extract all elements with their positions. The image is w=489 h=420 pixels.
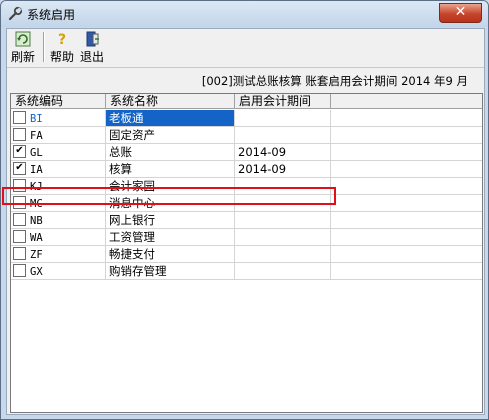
exit-button[interactable]: 退出 — [78, 30, 106, 64]
enable-period — [235, 127, 331, 144]
system-code: KJ — [30, 181, 43, 193]
enable-period — [235, 263, 331, 280]
table-row[interactable]: BI 老板通 — [11, 110, 482, 127]
system-code: MC — [30, 198, 43, 210]
title-bar[interactable]: 系统启用 ✕ — [1, 1, 488, 27]
system-name: 总账 — [106, 144, 235, 161]
enable-checkbox[interactable] — [13, 128, 26, 141]
client-area: 刷新 ? 帮助 退出 [002]测试总账核算 账套启用会计期间 2014 年9 … — [2, 28, 485, 415]
table-row[interactable]: GX 购销存管理 — [11, 263, 482, 280]
table-row[interactable]: MC 消息中心 — [11, 195, 482, 212]
system-code-cell: NB — [11, 212, 106, 229]
account-period-text: [002]测试总账核算 账套启用会计期间 2014 年9 月 — [201, 74, 468, 88]
enable-checkbox[interactable] — [13, 264, 26, 277]
system-code: FA — [30, 130, 43, 142]
filler-cell — [331, 110, 482, 127]
system-code-cell: BI — [11, 110, 106, 127]
filler-cell — [331, 263, 482, 280]
svg-text:?: ? — [58, 32, 66, 47]
enable-period: 2014-09 — [235, 161, 331, 178]
system-code: IA — [30, 164, 43, 176]
header-system-code[interactable]: 系统编码 — [11, 94, 106, 109]
filler-cell — [331, 144, 482, 161]
filler-cell — [331, 246, 482, 263]
system-code-cell: ✔ IA — [11, 161, 106, 178]
enable-period — [235, 246, 331, 263]
enable-checkbox[interactable] — [13, 213, 26, 226]
enable-period — [235, 178, 331, 195]
system-code-cell: WA — [11, 229, 106, 246]
header-enable-period[interactable]: 启用会计期间 — [235, 94, 331, 109]
toolbar-divider — [7, 67, 484, 68]
filler-cell — [331, 212, 482, 229]
system-code-cell: ✔ GL — [11, 144, 106, 161]
enable-checkbox[interactable] — [13, 111, 26, 124]
filler-cell — [331, 178, 482, 195]
window-title: 系统启用 — [27, 8, 76, 22]
system-code: GL — [30, 147, 43, 159]
toolbar: 刷新 ? 帮助 退出 — [7, 29, 484, 67]
system-name: 购销存管理 — [106, 263, 235, 280]
enable-period — [235, 110, 331, 127]
enable-period — [235, 212, 331, 229]
table-row[interactable]: ✔ IA 核算 2014-09 — [11, 161, 482, 178]
filler-cell — [331, 127, 482, 144]
enable-checkbox[interactable] — [13, 247, 26, 260]
table-row[interactable]: ZF 畅捷支付 — [11, 246, 482, 263]
header-system-name[interactable]: 系统名称 — [106, 94, 235, 109]
table-row[interactable]: ✔ GL 总账 2014-09 — [11, 144, 482, 161]
header-filler — [331, 94, 482, 109]
system-code: GX — [30, 266, 43, 278]
system-name: 畅捷支付 — [106, 246, 235, 263]
help-icon: ? — [58, 32, 66, 47]
enable-checkbox[interactable] — [13, 230, 26, 243]
filler-cell — [331, 195, 482, 212]
enable-checkbox[interactable] — [13, 196, 26, 209]
system-code: BI — [30, 113, 43, 125]
system-name: 消息中心 — [106, 195, 235, 212]
system-enable-window: 系统启用 ✕ 刷新 ? 帮助 退出 [002]测试总账核算 账套启用会计期间 2… — [0, 0, 489, 420]
system-code-cell: FA — [11, 127, 106, 144]
toolbar-separator — [43, 32, 45, 62]
system-code: ZF — [30, 249, 43, 261]
system-code: WA — [30, 232, 43, 244]
system-name: 工资管理 — [106, 229, 235, 246]
exit-label: 退出 — [79, 50, 104, 64]
enable-checkbox[interactable] — [13, 179, 26, 192]
table-row[interactable]: WA 工资管理 — [11, 229, 482, 246]
account-info-bar: [002]测试总账核算 账套启用会计期间 2014 年9 月 — [7, 70, 484, 90]
wrench-icon — [8, 6, 23, 21]
enable-period — [235, 229, 331, 246]
system-code-cell: GX — [11, 263, 106, 280]
system-code: NB — [30, 215, 43, 227]
filler-cell — [331, 229, 482, 246]
system-name: 会计家园 — [106, 178, 235, 195]
system-code-cell: ZF — [11, 246, 106, 263]
help-button[interactable]: ? 帮助 — [47, 30, 77, 64]
system-table[interactable]: 系统编码 系统名称 启用会计期间 BI 老板通 FA 固定资产 ✔ GL 总账 2014-09… — [10, 93, 483, 413]
exit-door-icon — [86, 31, 99, 47]
system-name: 核算 — [106, 161, 235, 178]
refresh-label: 刷新 — [10, 50, 35, 64]
system-code-cell: MC — [11, 195, 106, 212]
system-name: 老板通 — [106, 110, 235, 127]
table-row[interactable]: FA 固定资产 — [11, 127, 482, 144]
enable-checkbox[interactable]: ✔ — [13, 162, 26, 175]
enable-checkbox[interactable]: ✔ — [13, 145, 26, 158]
filler-cell — [331, 161, 482, 178]
system-code-cell: KJ — [11, 178, 106, 195]
enable-period: 2014-09 — [235, 144, 331, 161]
close-button[interactable]: ✕ — [439, 3, 482, 23]
help-label: 帮助 — [49, 50, 74, 64]
table-row[interactable]: KJ 会计家园 — [11, 178, 482, 195]
system-name: 固定资产 — [106, 127, 235, 144]
table-row[interactable]: NB 网上银行 — [11, 212, 482, 229]
refresh-button[interactable]: 刷新 — [8, 30, 38, 64]
system-name: 网上银行 — [106, 212, 235, 229]
table-header: 系统编码 系统名称 启用会计期间 — [11, 94, 482, 110]
refresh-icon — [15, 31, 31, 47]
enable-period — [235, 195, 331, 212]
